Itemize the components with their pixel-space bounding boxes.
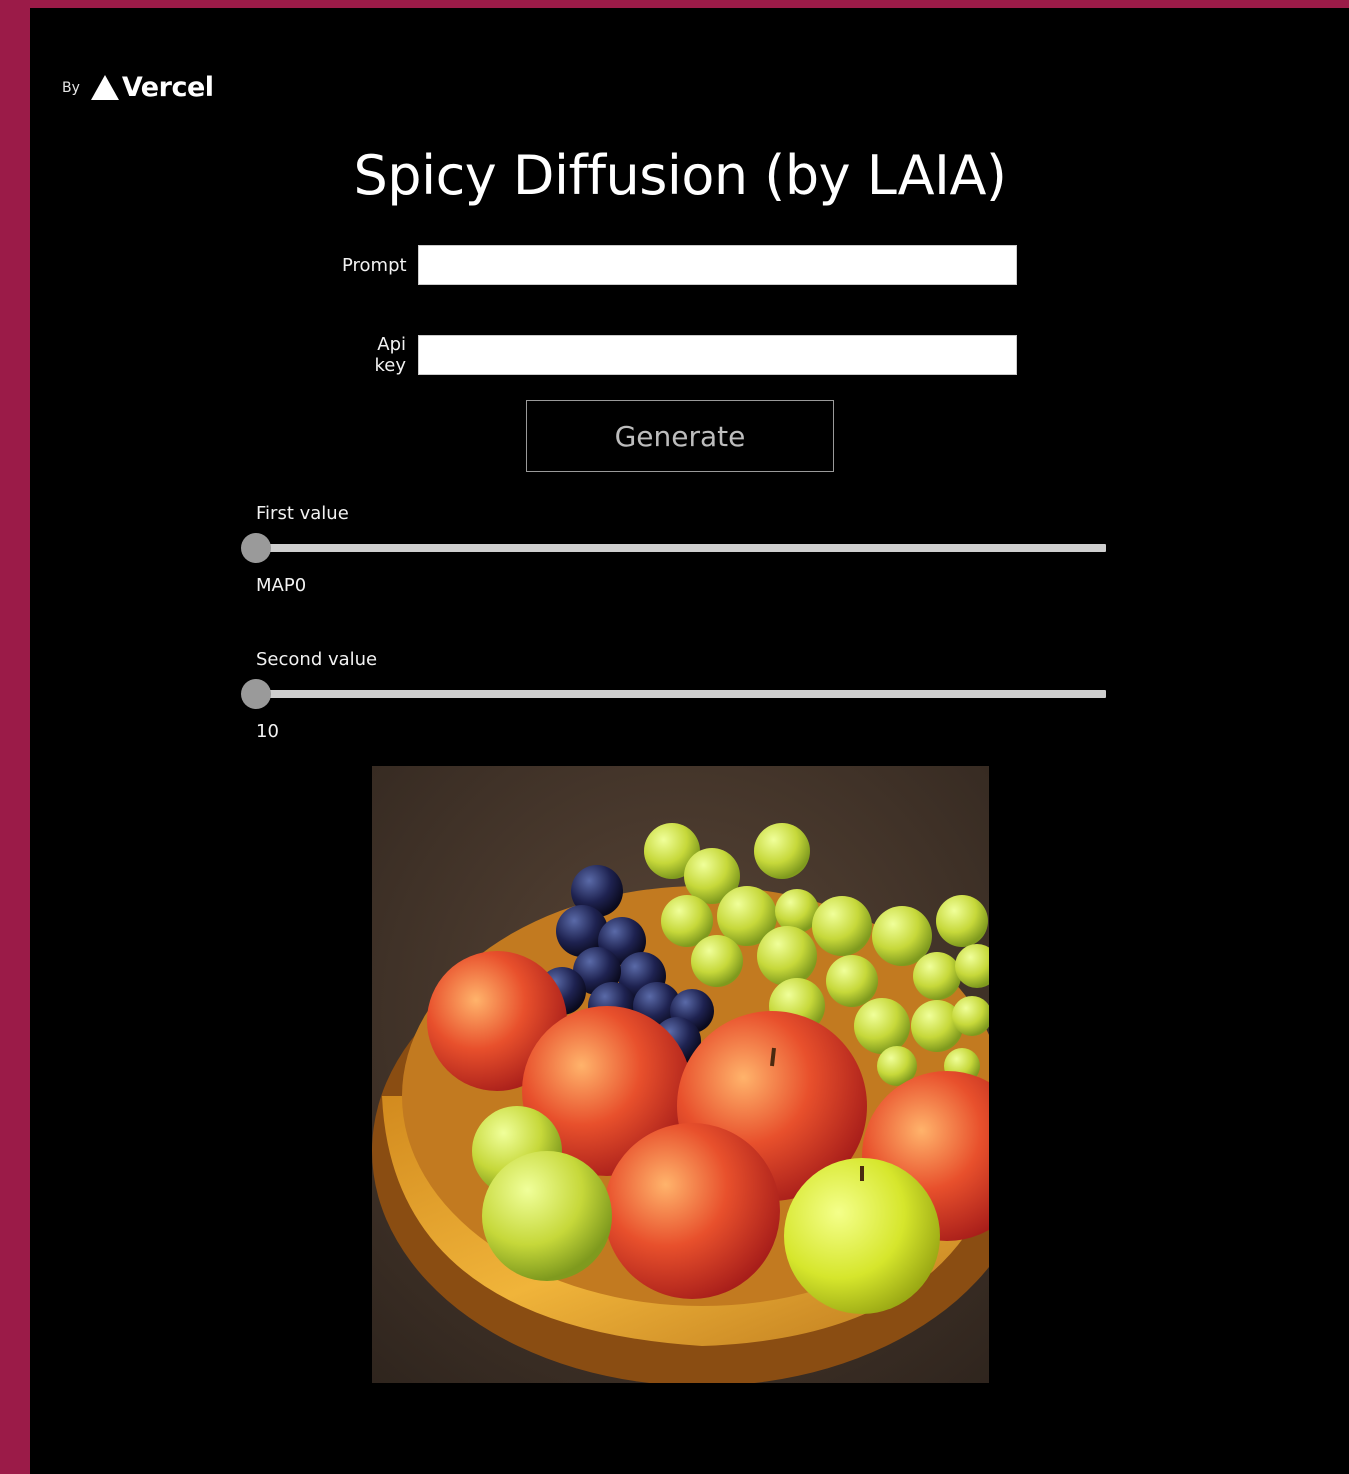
brand-prefix: By	[62, 79, 80, 96]
app-canvas: By Vercel Spicy Diffusion (by LAIA) Prom…	[30, 8, 1349, 1474]
apikey-input[interactable]	[418, 335, 1017, 375]
second-value-readout: 10	[256, 721, 279, 742]
vercel-badge[interactable]: By Vercel	[62, 72, 214, 103]
generate-button[interactable]: Generate	[526, 400, 834, 472]
apikey-label: Api key	[374, 334, 406, 376]
second-value-slider[interactable]	[241, 679, 1106, 709]
first-value-label: First value	[256, 503, 349, 524]
fruit-bowl-image	[372, 766, 989, 1383]
slider-thumb[interactable]	[241, 679, 271, 709]
slider-rail[interactable]	[256, 690, 1106, 698]
slider-thumb[interactable]	[241, 533, 271, 563]
prompt-label: Prompt	[342, 254, 407, 276]
slider-rail[interactable]	[256, 544, 1106, 552]
generated-image	[372, 766, 989, 1383]
prompt-input[interactable]	[418, 245, 1017, 285]
apikey-row: Api key	[342, 334, 1017, 376]
page-title: Spicy Diffusion (by LAIA)	[353, 144, 1007, 207]
second-value-label: Second value	[256, 649, 378, 670]
first-value-slider[interactable]	[241, 533, 1106, 563]
first-value-slider-group: First value MAP0	[241, 503, 1106, 597]
second-value-slider-group: Second value 10	[241, 649, 1106, 743]
prompt-row: Prompt	[342, 245, 1017, 285]
first-value-readout: MAP0	[256, 575, 307, 596]
vercel-triangle-icon	[90, 75, 119, 100]
brand-name: Vercel	[121, 72, 214, 103]
